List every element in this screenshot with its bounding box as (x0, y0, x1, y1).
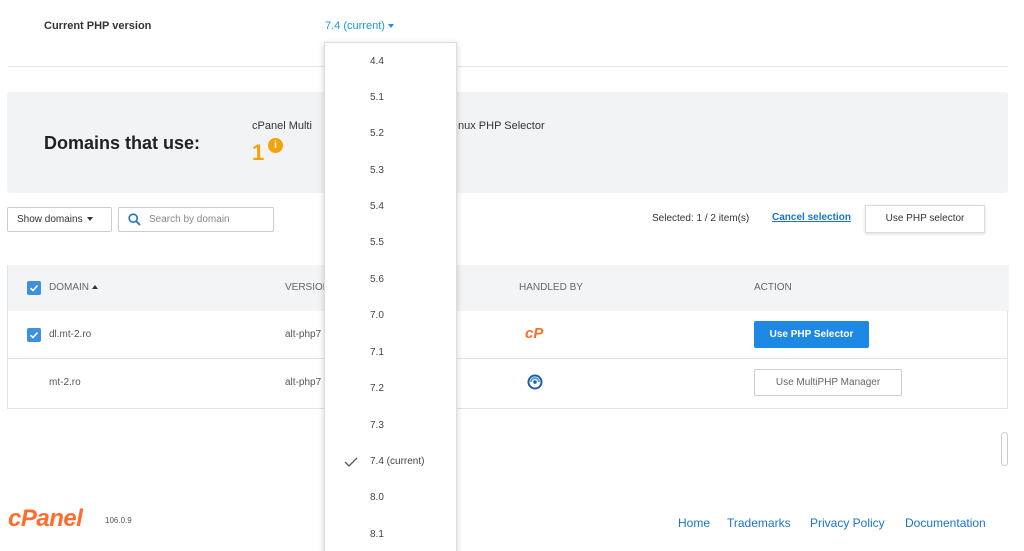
check-icon (29, 331, 39, 339)
show-domains-label: Show domains (17, 214, 83, 225)
row-checkbox[interactable] (27, 328, 41, 342)
domains-table: DOMAIN VERSION HANDLED BY ACTION dl.mt-2… (7, 265, 1009, 409)
use-php-selector-button[interactable]: Use PHP selector (865, 205, 985, 233)
checkmark-icon (344, 457, 358, 467)
handler-description-left: cPanel Multi (252, 120, 312, 132)
selection-count: Selected: 1 / 2 item(s) (652, 213, 750, 224)
php-version-option[interactable]: 5.2 (325, 116, 456, 152)
cpanel-logo: cPanel (8, 505, 83, 532)
table-header: DOMAIN VERSION HANDLED BY ACTION (8, 265, 1009, 311)
domain-count: 1 (252, 140, 265, 165)
info-icon[interactable]: i (268, 138, 283, 153)
check-icon (29, 284, 39, 292)
search-icon (128, 213, 141, 226)
table-row: mt-2.ro alt-php7 Use MultiPHP Manager (8, 359, 1007, 407)
footer-link-home[interactable]: Home (678, 516, 710, 530)
search-box[interactable] (118, 207, 274, 232)
version-cell: alt-php7 (285, 377, 322, 388)
search-input[interactable] (149, 211, 269, 228)
domain-cell: dl.mt-2.ro (49, 329, 92, 340)
divider (8, 66, 1008, 67)
footer-link-documentation[interactable]: Documentation (905, 516, 986, 530)
use-php-selector-row-button[interactable]: Use PHP Selector (754, 321, 869, 348)
column-header-domain-label: DOMAIN (49, 282, 89, 293)
php-version-option[interactable]: 7.2 (325, 371, 456, 407)
php-version-option[interactable]: 4.4 (325, 44, 456, 80)
scroll-handle[interactable] (1001, 432, 1008, 466)
show-domains-dropdown[interactable]: Show domains (7, 207, 112, 232)
php-version-option[interactable]: 7.1 (325, 335, 456, 371)
domains-title: Domains that use: (44, 133, 201, 153)
handler-description-right: nux PHP Selector (458, 120, 545, 132)
footer-link-privacy-policy[interactable]: Privacy Policy (810, 516, 885, 530)
footer-link-trademarks[interactable]: Trademarks (727, 516, 791, 530)
php-version-option[interactable]: 5.3 (325, 153, 456, 189)
php-version-option[interactable]: 8.0 (325, 480, 456, 516)
php-version-option[interactable]: 7.0 (325, 298, 456, 334)
use-multiphp-manager-button[interactable]: Use MultiPHP Manager (754, 369, 902, 396)
version-number: 106.0.9 (105, 516, 132, 525)
table-row: dl.mt-2.ro alt-php7 cP Use PHP Selector (8, 311, 1007, 359)
current-php-label: Current PHP version (44, 20, 152, 32)
column-header-domain[interactable]: DOMAIN (49, 282, 98, 293)
select-all-checkbox[interactable] (27, 281, 41, 295)
cloudlinux-icon (527, 374, 543, 390)
column-header-handled-by: HANDLED BY (519, 282, 583, 293)
cancel-selection-link[interactable]: Cancel selection (772, 212, 851, 223)
domain-cell: mt-2.ro (49, 377, 81, 388)
caret-down-icon (86, 217, 93, 222)
sort-asc-icon (92, 285, 98, 290)
php-version-option-label: 7.4 (current) (370, 456, 425, 467)
php-version-option[interactable]: 5.6 (325, 262, 456, 298)
php-version-option-selected[interactable]: 7.4 (current) (325, 444, 456, 480)
version-cell: alt-php7 (285, 329, 322, 340)
php-version-option[interactable]: 5.5 (325, 225, 456, 261)
php-version-option[interactable]: 8.1 (325, 517, 456, 551)
php-version-option[interactable]: 5.4 (325, 189, 456, 225)
php-version-value: 7.4 (current) (325, 20, 385, 32)
php-version-option[interactable]: 7.3 (325, 408, 456, 444)
php-version-dropdown-toggle[interactable]: 7.4 (current) (325, 20, 394, 32)
caret-down-icon (387, 24, 394, 29)
php-version-option[interactable]: 5.1 (325, 80, 456, 116)
column-header-action: ACTION (754, 282, 792, 293)
cpanel-icon: cP (525, 325, 544, 342)
php-version-menu: 4.4 5.1 5.2 5.3 5.4 5.5 5.6 7.0 7.1 7.2 … (324, 42, 457, 551)
